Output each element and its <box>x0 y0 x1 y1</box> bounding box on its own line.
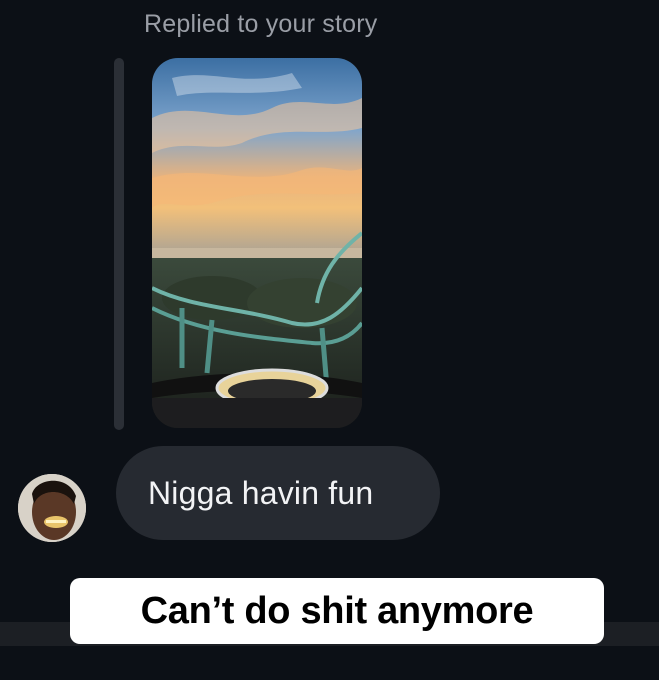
message-bubble[interactable]: Nigga havin fun <box>116 446 440 540</box>
rollercoaster-sunset-image <box>152 58 362 428</box>
sender-avatar[interactable] <box>18 474 86 542</box>
message-text: Nigga havin fun <box>148 474 374 511</box>
meme-caption: Can’t do shit anymore <box>140 589 534 632</box>
reply-indicator-bar <box>114 58 124 430</box>
profile-photo <box>18 474 86 542</box>
meme-caption-box: Can’t do shit anymore <box>70 578 604 644</box>
story-reply-label: Replied to your story <box>144 10 378 38</box>
chat-screen: Replied to your story Nigga havin fun Ca… <box>0 0 659 680</box>
story-thumbnail[interactable] <box>152 58 362 428</box>
